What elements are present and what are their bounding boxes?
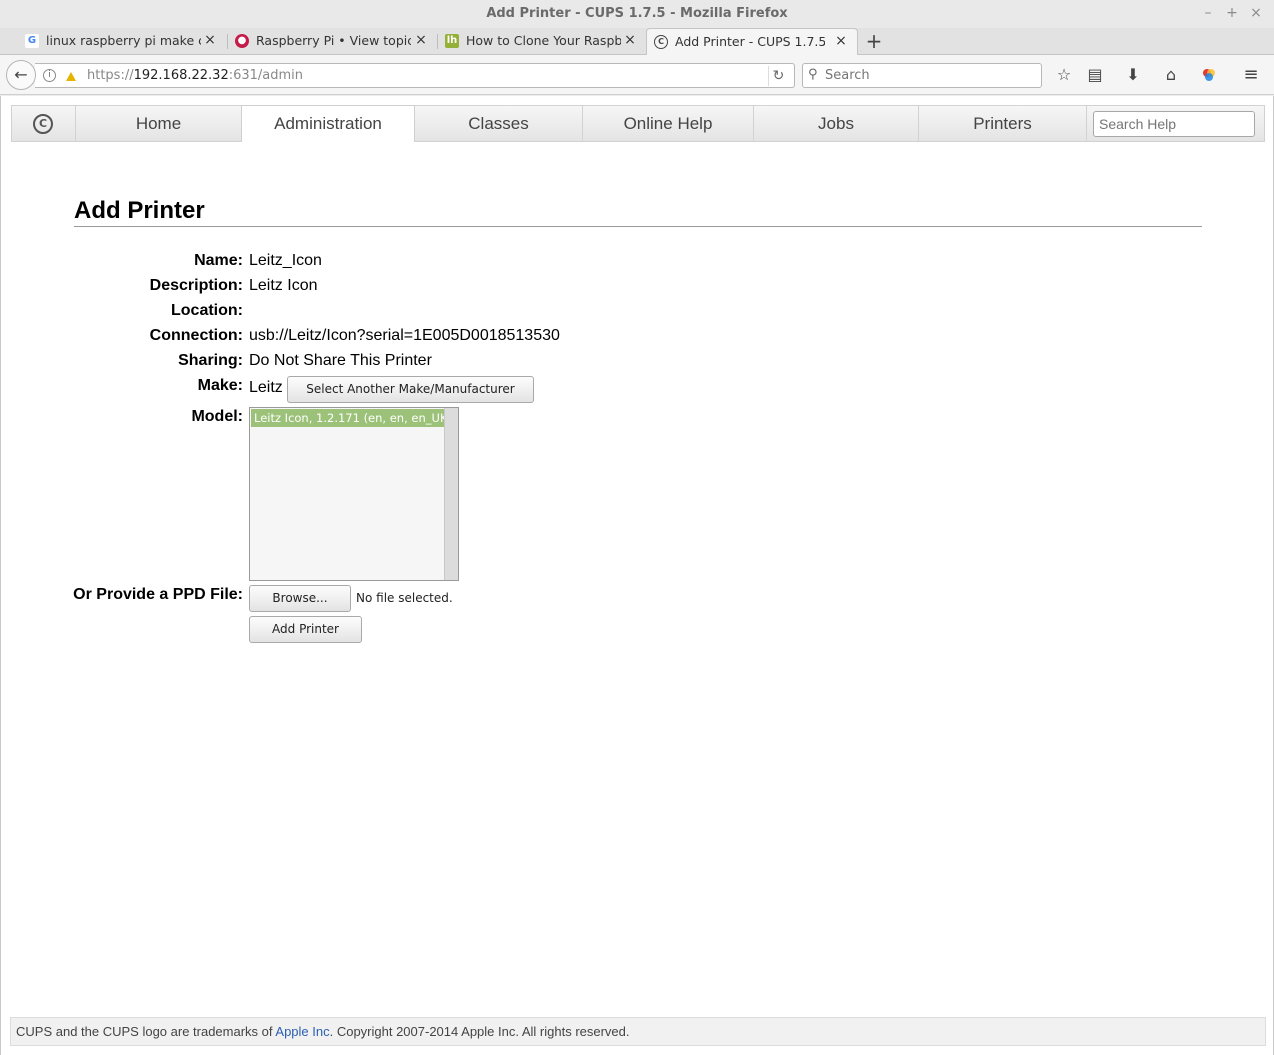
tab-raspberry-pi[interactable]: ● Raspberry Pi • View topic ... ×	[228, 28, 438, 55]
page-content: C Home Administration Classes Online Hel…	[0, 96, 1274, 1055]
cups-logo[interactable]: C	[12, 106, 76, 141]
nav-jobs[interactable]: Jobs	[754, 106, 919, 141]
description-value: Leitz Icon	[249, 277, 318, 294]
window-title: Add Printer - CUPS 1.7.5 - Mozilla Firef…	[486, 6, 788, 21]
extension-icon[interactable]	[1198, 64, 1220, 86]
page-footer: CUPS and the CUPS logo are trademarks of…	[10, 1017, 1266, 1046]
lifehacker-icon: lh	[445, 34, 459, 48]
no-file-text: No file selected.	[356, 591, 453, 605]
nav-toolbar: i https://192.168.22.32:631/admin ↻ ← ⚲ …	[0, 55, 1274, 95]
name-value: Leitz_Icon	[249, 252, 322, 269]
downloads-icon[interactable]: ⬇	[1122, 64, 1144, 86]
back-arrow-icon: ←	[14, 65, 28, 84]
footer-text-end: . Copyright 2007-2014 Apple Inc. All rig…	[329, 1024, 630, 1039]
model-label: Model:	[191, 408, 243, 425]
connection-label: Connection:	[149, 327, 243, 344]
help-search-input[interactable]	[1093, 111, 1255, 137]
raspberry-icon: ●	[235, 34, 249, 48]
model-select[interactable]: Leitz Icon, 1.2.171 (en, en, en_UK)	[249, 407, 459, 581]
tab-close-icon[interactable]: ×	[834, 33, 848, 49]
home-icon[interactable]: ⌂	[1160, 64, 1182, 86]
tab-add-printer[interactable]: C Add Printer - CUPS 1.7.5 ×	[646, 28, 858, 56]
make-label: Make:	[197, 377, 243, 394]
browse-button[interactable]: Browse...	[249, 585, 351, 612]
menu-icon[interactable]: ≡	[1240, 64, 1262, 86]
model-option-selected[interactable]: Leitz Icon, 1.2.171 (en, en, en_UK)	[251, 409, 444, 427]
bookmark-star-icon[interactable]: ☆	[1053, 64, 1075, 86]
heading-divider	[74, 226, 1202, 227]
nav-printers[interactable]: Printers	[919, 106, 1087, 141]
cups-icon: C	[654, 35, 668, 49]
nav-home[interactable]: Home	[76, 106, 242, 141]
info-icon[interactable]: i	[43, 69, 56, 82]
minimize-icon[interactable]: –	[1199, 4, 1217, 22]
reload-icon[interactable]: ↻	[768, 66, 788, 86]
reading-list-icon[interactable]: ▤	[1084, 64, 1106, 86]
web-search-box[interactable]: ⚲	[802, 63, 1042, 88]
tab-label: Raspberry Pi • View topic ...	[256, 33, 411, 48]
footer-text-start: CUPS and the CUPS logo are trademarks of	[16, 1024, 276, 1039]
tab-strip: G linux raspberry pi make c... × ● Raspb…	[0, 28, 1274, 56]
description-label: Description:	[149, 277, 243, 294]
name-label: Name:	[194, 252, 243, 269]
tab-close-icon[interactable]: ×	[414, 32, 428, 48]
tab-lifehacker[interactable]: lh How to Clone Your Raspb... ×	[438, 28, 646, 55]
warning-icon[interactable]	[66, 72, 76, 81]
maximize-icon[interactable]: +	[1223, 4, 1241, 22]
nav-online-help[interactable]: Online Help	[583, 106, 754, 141]
url-host: 192.168.22.32	[133, 68, 229, 83]
nav-classes[interactable]: Classes	[415, 106, 583, 141]
cups-nav-bar: C Home Administration Classes Online Hel…	[11, 105, 1265, 142]
new-tab-icon[interactable]: +	[864, 30, 884, 52]
make-value: Leitz	[249, 379, 283, 396]
model-scrollbar[interactable]	[444, 408, 458, 580]
tab-label: Add Printer - CUPS 1.7.5	[675, 34, 825, 49]
select-make-button[interactable]: Select Another Make/Manufacturer	[287, 376, 534, 403]
tab-close-icon[interactable]: ×	[203, 32, 217, 48]
url-text[interactable]: https://192.168.22.32:631/admin	[87, 68, 303, 83]
location-label: Location:	[171, 302, 243, 319]
close-window-icon[interactable]: ×	[1247, 4, 1265, 22]
connection-value: usb://Leitz/Icon?serial=1E005D0018513530	[249, 327, 560, 344]
add-printer-button[interactable]: Add Printer	[249, 616, 362, 643]
sharing-label: Sharing:	[178, 352, 243, 369]
url-bar[interactable]: i https://192.168.22.32:631/admin ↻	[35, 63, 795, 88]
sharing-value: Do Not Share This Printer	[249, 352, 432, 369]
google-icon: G	[25, 34, 39, 48]
ppd-label: Or Provide a PPD File:	[73, 586, 243, 603]
tab-google[interactable]: G linux raspberry pi make c... ×	[18, 28, 228, 55]
apple-link[interactable]: Apple Inc	[275, 1024, 329, 1039]
page-title: Add Printer	[74, 197, 205, 224]
nav-administration[interactable]: Administration	[241, 105, 415, 142]
web-search-input[interactable]	[825, 66, 1035, 85]
tab-label: How to Clone Your Raspb...	[466, 33, 621, 48]
tab-close-icon[interactable]: ×	[623, 32, 637, 48]
window-titlebar: Add Printer - CUPS 1.7.5 - Mozilla Firef…	[0, 0, 1274, 28]
back-button[interactable]: ←	[6, 60, 36, 90]
cups-logo-icon: C	[33, 114, 53, 134]
search-icon: ⚲	[808, 67, 818, 82]
tab-label: linux raspberry pi make c...	[46, 33, 201, 48]
